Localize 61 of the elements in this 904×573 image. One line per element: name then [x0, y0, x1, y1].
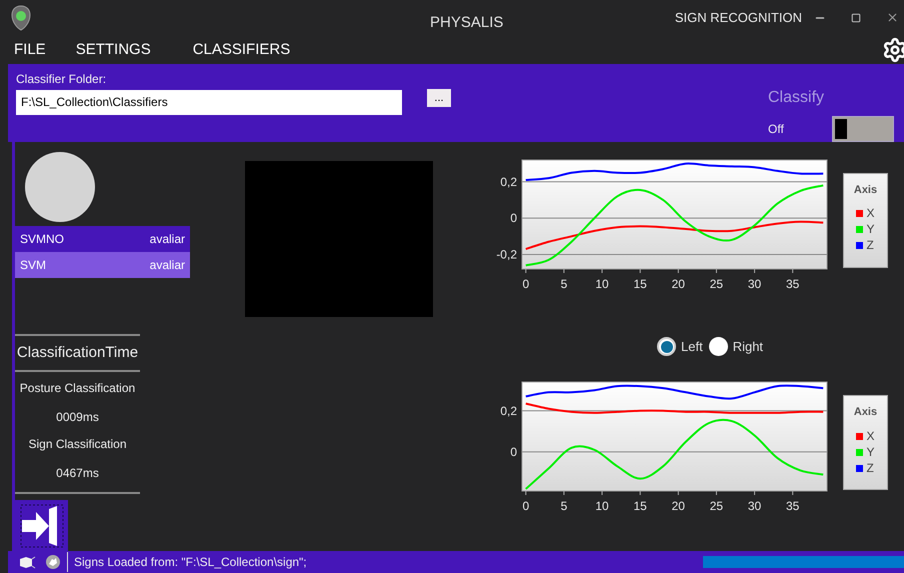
- x-tick-label: 35: [786, 276, 800, 291]
- browse-button[interactable]: ...: [427, 89, 451, 108]
- x-tick-label: 30: [748, 499, 762, 514]
- exit-button[interactable]: [15, 500, 68, 552]
- evaluate-link[interactable]: avaliar: [150, 230, 185, 248]
- classifier-name: SVMNO: [20, 230, 64, 248]
- y-tick-label: 0,2: [500, 174, 517, 189]
- hand-radio[interactable]: Left: [657, 336, 703, 356]
- metric-label: Sign Classification: [28, 436, 127, 454]
- x-tick-label: 15: [634, 276, 647, 291]
- menu-item[interactable]: SETTINGS: [76, 38, 151, 62]
- x-tick-label: 35: [786, 499, 800, 514]
- classifier-item[interactable]: SVMNO avaliar: [15, 226, 190, 252]
- exit-door-icon: [18, 502, 64, 549]
- x-tick-label: 0: [522, 499, 530, 514]
- y-tick-label: 0: [510, 445, 517, 460]
- folder-path-field[interactable]: F:\SL_Collection\Classifiers: [16, 90, 402, 115]
- metric-label: Posture Classification: [20, 380, 136, 398]
- classify-label: Classify: [768, 88, 824, 108]
- classify-state-label: Off: [768, 120, 785, 138]
- legend-label: Z: [866, 238, 874, 254]
- x-tick-label: 5: [560, 499, 568, 514]
- x-tick-label: 25: [710, 276, 724, 291]
- menu-item[interactable]: FILE: [14, 38, 46, 62]
- y-tick-label: -0,2: [496, 247, 517, 262]
- x-tick-label: 20: [672, 276, 685, 291]
- legend-label: Y: [866, 222, 874, 238]
- menu-item[interactable]: CLASSIFIERS: [192, 38, 290, 62]
- x-tick-label: 15: [634, 499, 647, 514]
- metric-value: 0009ms: [56, 409, 99, 426]
- app-logo-icon: [10, 4, 32, 31]
- close-icon: [886, 11, 898, 24]
- legend-label: X: [866, 206, 874, 222]
- settings-icon: [882, 36, 904, 63]
- hand-radio[interactable]: Right: [708, 336, 764, 356]
- y-tick-label: 0: [510, 211, 517, 226]
- legend-title: Axis: [854, 405, 878, 420]
- maximize-icon: [851, 12, 861, 23]
- classify-toggle[interactable]: [832, 116, 894, 142]
- legend-label: X: [866, 428, 874, 444]
- settings-button[interactable]: [882, 36, 904, 63]
- evaluate-link[interactable]: avaliar: [150, 256, 185, 274]
- legend-label: Y: [866, 444, 874, 460]
- legend-label: Z: [866, 460, 874, 476]
- legend-title: Axis: [854, 182, 878, 198]
- status-text: Signs Loaded from: "F:\SL_Collection\sign";: [74, 554, 307, 572]
- x-tick-label: 10: [595, 276, 609, 291]
- x-tick-label: 0: [522, 276, 530, 291]
- x-tick-label: 20: [672, 499, 685, 514]
- x-tick-label: 30: [748, 276, 762, 291]
- metric-value: 0467ms: [56, 465, 99, 482]
- section-title: ClassificationTime: [16, 342, 138, 363]
- window-title: PHYSALIS: [430, 13, 504, 33]
- x-tick-label: 10: [595, 499, 609, 514]
- field-label: Classifier Folder:: [16, 70, 108, 88]
- mode-label: SIGN RECOGNITION: [674, 9, 802, 28]
- x-tick-label: 5: [560, 276, 568, 291]
- x-tick-label: 25: [710, 499, 724, 514]
- y-tick-label: 0,2: [500, 404, 517, 418]
- classifier-item[interactable]: SVM avaliar: [15, 252, 190, 278]
- classifier-name: SVM: [20, 256, 46, 274]
